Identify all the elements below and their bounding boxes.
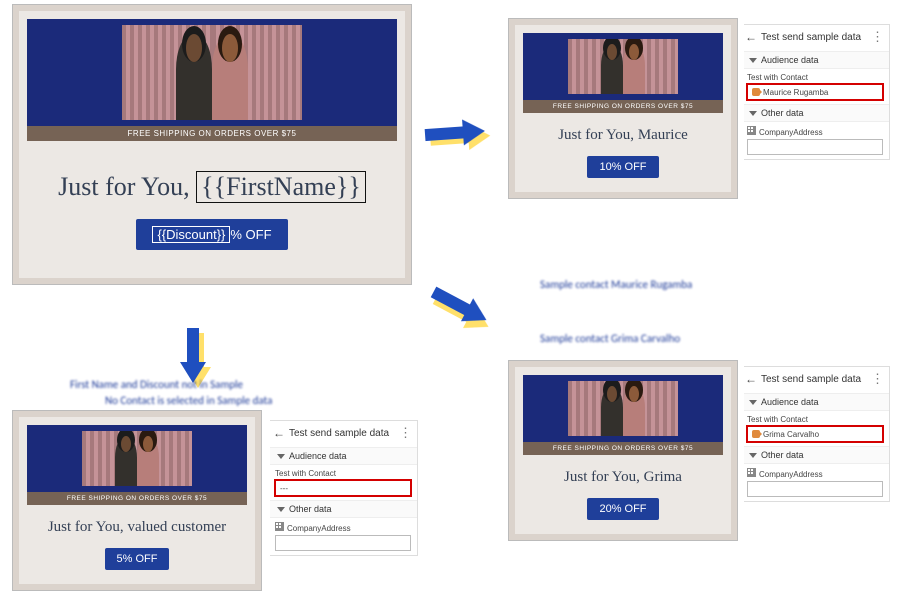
annotation-default-1: First Name and Discount not in Sample [70, 378, 243, 392]
audience-section[interactable]: Audience data [269, 447, 417, 465]
preview-maurice: FREE SHIPPING ON ORDERS OVER $75 Just fo… [508, 18, 738, 199]
building-icon [747, 468, 756, 477]
audience-section[interactable]: Audience data [741, 393, 889, 411]
company-label: CompanyAddress [747, 468, 883, 479]
annotation-default-2: No Contact is selected in Sample data [105, 394, 272, 408]
firstname-value: Grima [644, 469, 682, 485]
discount-button[interactable]: 10% OFF [587, 156, 658, 178]
sidepanel-title: Test send sample data [761, 374, 861, 385]
headline-prefix: Just for You, [58, 172, 196, 201]
hero-photo [568, 39, 678, 94]
other-section[interactable]: Other data [741, 446, 889, 464]
preview-grima: FREE SHIPPING ON ORDERS OVER $75 Just fo… [508, 360, 738, 541]
contact-tag-icon [752, 88, 760, 96]
sidepanel-maurice: ← Test send sample data ⋮ Audience data … [740, 24, 890, 160]
sidepanel-grima: ← Test send sample data ⋮ Audience data … [740, 366, 890, 502]
headline: Just for You, {{FirstName}} [27, 171, 397, 203]
discount-suffix: % OFF [230, 227, 271, 242]
contact-tag-icon [752, 430, 760, 438]
shipping-bar: FREE SHIPPING ON ORDERS OVER $75 [523, 442, 723, 455]
sidepanel-title: Test send sample data [289, 428, 389, 439]
more-icon[interactable]: ⋮ [871, 371, 883, 387]
more-icon[interactable]: ⋮ [871, 29, 883, 45]
arrow-icon [424, 118, 486, 148]
company-input[interactable] [747, 139, 883, 155]
test-with-contact-label: Test with Contact [275, 469, 411, 478]
discount-button[interactable]: 5% OFF [105, 548, 170, 570]
discount-button[interactable]: {{Discount}}% OFF [136, 219, 287, 250]
back-icon[interactable]: ← [273, 426, 285, 440]
firstname-value: Maurice [638, 127, 688, 143]
other-section[interactable]: Other data [269, 500, 417, 518]
hero-photo [122, 25, 302, 120]
contact-value: Grima Carvalho [763, 430, 819, 439]
arrow-icon [180, 328, 206, 383]
arrow-icon [423, 278, 497, 334]
company-input[interactable] [747, 481, 883, 497]
back-icon[interactable]: ← [745, 30, 757, 44]
discount-placeholder: {{Discount}} [152, 226, 230, 243]
shipping-bar: FREE SHIPPING ON ORDERS OVER $75 [27, 126, 397, 141]
discount-button[interactable]: 20% OFF [587, 498, 658, 520]
test-with-contact-label: Test with Contact [747, 415, 883, 424]
firstname-placeholder[interactable]: {{FirstName}} [196, 171, 366, 203]
firstname-value: valued customer [127, 519, 226, 535]
contact-input[interactable]: --- [275, 480, 411, 496]
building-icon [747, 126, 756, 135]
building-icon [275, 522, 284, 531]
annotation-grima: Sample contact Grima Carvalho [540, 332, 680, 346]
preview-default: FREE SHIPPING ON ORDERS OVER $75 Just fo… [12, 410, 262, 591]
hero-photo [82, 431, 192, 486]
audience-section[interactable]: Audience data [741, 51, 889, 69]
annotation-maurice: Sample contact Maurice Rugamba [540, 278, 692, 292]
hero-photo [568, 381, 678, 436]
test-with-contact-label: Test with Contact [747, 73, 883, 82]
contact-input[interactable]: Maurice Rugamba [747, 84, 883, 100]
hero-banner [27, 19, 397, 126]
sidepanel-title: Test send sample data [761, 32, 861, 43]
contact-value: Maurice Rugamba [763, 88, 828, 97]
sidepanel-default: ← Test send sample data ⋮ Audience data … [268, 420, 418, 556]
company-input[interactable] [275, 535, 411, 551]
contact-input[interactable]: Grima Carvalho [747, 426, 883, 442]
shipping-bar: FREE SHIPPING ON ORDERS OVER $75 [27, 492, 247, 505]
more-icon[interactable]: ⋮ [399, 425, 411, 441]
email-template-panel: FREE SHIPPING ON ORDERS OVER $75 Just fo… [12, 4, 412, 285]
back-icon[interactable]: ← [745, 372, 757, 386]
company-label: CompanyAddress [275, 522, 411, 533]
shipping-bar: FREE SHIPPING ON ORDERS OVER $75 [523, 100, 723, 113]
other-section[interactable]: Other data [741, 104, 889, 122]
company-label: CompanyAddress [747, 126, 883, 137]
headline: Just for You, valued customer [27, 519, 247, 536]
